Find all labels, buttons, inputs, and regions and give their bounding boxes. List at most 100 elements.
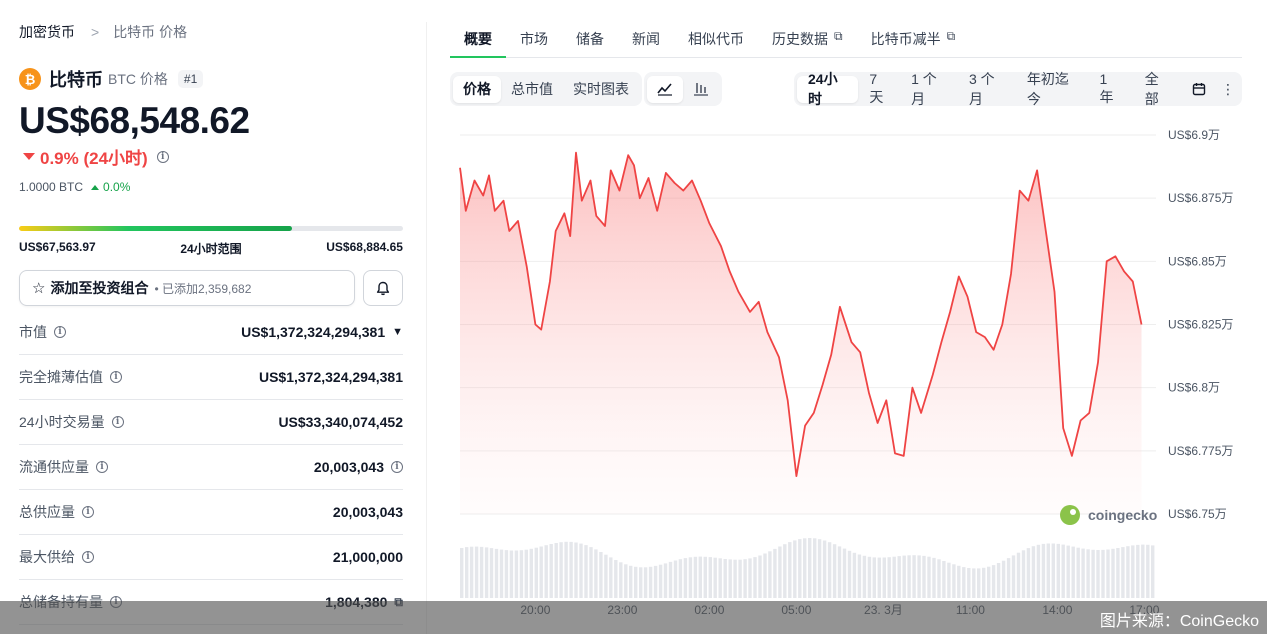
candlestick-icon[interactable] xyxy=(683,76,719,103)
time-range-selector: 24小时 7天 1 个月 3 个月 年初迄今 1 年全部 ⋮ xyxy=(794,71,1242,107)
volume-bar xyxy=(947,562,951,598)
info-icon[interactable]: i xyxy=(82,551,94,563)
stat-label-text: 市值 xyxy=(19,324,47,340)
volume-bar xyxy=(773,548,777,598)
volume-bar xyxy=(499,549,504,598)
volume-bar xyxy=(892,556,896,598)
tab-4[interactable]: 相似代币 xyxy=(674,20,758,58)
stat-label-text: 24小时交易量 xyxy=(19,414,105,430)
volume-bar xyxy=(629,565,633,598)
volume-bar xyxy=(852,552,857,598)
image-credit: 图片来源：CoinGecko xyxy=(1099,613,1259,630)
tab-0[interactable]: 概要 xyxy=(450,20,506,58)
caption-overlay xyxy=(0,601,1267,634)
coin-symbol-label: BTC 价格 xyxy=(108,71,168,87)
volume-bar xyxy=(1151,545,1155,598)
volume-bar xyxy=(972,568,976,598)
info-icon[interactable]: i xyxy=(96,461,108,473)
volume-bar xyxy=(962,567,966,598)
volume-bar xyxy=(504,550,509,598)
chevron-down-icon[interactable]: ▼ xyxy=(392,326,403,338)
time-range-option[interactable]: 年初迄今 xyxy=(1016,71,1089,107)
add-to-portfolio-button[interactable]: ☆ 添加至投资组合 • 已添加2,359,682 xyxy=(19,270,355,306)
btc-change: 0.0% xyxy=(91,180,130,194)
time-range-option[interactable]: 24小时 xyxy=(797,71,859,107)
tab-label: 相似代币 xyxy=(688,31,744,47)
price-chart[interactable]: US$6.9万 US$6.875万 US$6.85万 US$6.825万 US$6.8万… xyxy=(450,116,1267,634)
info-icon[interactable]: i xyxy=(156,150,169,163)
info-icon[interactable]: i xyxy=(110,371,122,383)
time-range-option[interactable]: 全部 xyxy=(1134,71,1181,107)
range-low: US$67,563.97 xyxy=(19,240,96,254)
volume-bar xyxy=(494,548,499,598)
volume-bar xyxy=(559,542,563,598)
stat-value: 21,000,000 xyxy=(333,549,403,565)
chart-type-tab[interactable]: 价格 xyxy=(453,75,501,103)
arrow-up-icon xyxy=(91,184,100,190)
chart-type-tab[interactable]: 总市值 xyxy=(501,76,563,103)
volume-bar xyxy=(922,555,926,598)
breadcrumb-crypto-link[interactable]: 加密货币 xyxy=(19,22,75,42)
volume-bar xyxy=(832,544,837,598)
stat-row: 完全摊薄估值 i US$1,372,324,294,381 xyxy=(19,355,403,400)
chart-style-selector xyxy=(644,72,722,106)
price-alert-button[interactable] xyxy=(363,270,403,306)
volume-bar xyxy=(1001,560,1006,598)
volume-bar xyxy=(763,553,767,598)
volume-bar xyxy=(1021,550,1026,598)
tab-6[interactable]: 比特币减半 ⧉ xyxy=(857,20,970,58)
line-chart-icon[interactable] xyxy=(647,75,683,103)
breadcrumb: 加密货币 > 比特币 价格 xyxy=(19,22,187,42)
volume-bar xyxy=(469,546,474,598)
volume-bar xyxy=(594,549,598,598)
more-options-icon[interactable]: ⋮ xyxy=(1217,76,1239,103)
info-icon[interactable]: i xyxy=(391,461,403,473)
y-tick-label: US$6.8万 xyxy=(1168,381,1220,395)
time-range-option[interactable]: 7天 xyxy=(858,71,900,105)
y-tick-label: US$6.75万 xyxy=(1168,507,1227,521)
tab-2[interactable]: 储备 xyxy=(562,20,618,58)
stat-label-text: 最大供给 xyxy=(19,549,75,565)
star-icon: ☆ xyxy=(32,280,46,297)
breadcrumb-separator-icon: > xyxy=(91,24,100,40)
time-range-option[interactable]: 3 个月 xyxy=(958,71,1016,107)
volume-bar xyxy=(648,566,653,598)
tab-1[interactable]: 市场 xyxy=(506,20,562,58)
tab-5[interactable]: 历史数据 ⧉ xyxy=(758,20,857,58)
volume-bar xyxy=(1016,552,1021,598)
y-tick-label: US$6.775万 xyxy=(1168,444,1233,458)
volume-bar xyxy=(1141,544,1145,598)
price-chart-svg: US$6.9万 US$6.875万 US$6.85万 US$6.825万 US$6.8万… xyxy=(459,128,1233,617)
volume-bar xyxy=(822,540,827,598)
volume-bar xyxy=(703,556,707,598)
portfolio-count: • 已添加2,359,682 xyxy=(154,281,252,296)
calendar-icon[interactable] xyxy=(1181,76,1217,103)
info-icon[interactable]: i xyxy=(54,326,66,338)
tab-3[interactable]: 新闻 xyxy=(618,20,674,58)
volume-bar xyxy=(1106,549,1110,598)
time-range-option[interactable]: 1 年 xyxy=(1088,71,1133,105)
volume-bar xyxy=(827,542,832,598)
volume-bar xyxy=(728,559,732,598)
watermark-text: coingecko xyxy=(1088,507,1157,523)
volume-bar xyxy=(872,557,876,598)
price-area xyxy=(460,152,1142,514)
volume-bar xyxy=(658,564,663,598)
time-range-option[interactable]: 1 个月 xyxy=(900,71,958,107)
volume-bar xyxy=(1116,548,1120,598)
chart-type-tab[interactable]: 实时图表 xyxy=(563,76,639,103)
volume-bar xyxy=(634,566,638,598)
volume-bar xyxy=(907,555,911,598)
volume-bar xyxy=(1056,543,1060,598)
volume-bar xyxy=(813,538,817,598)
stat-row: 24小时交易量 i US$33,340,074,452 xyxy=(19,400,403,445)
volume-bar xyxy=(579,543,583,598)
volume-bar xyxy=(718,558,722,598)
stat-label-text: 流通供应量 xyxy=(19,459,89,475)
volume-bar xyxy=(693,556,698,598)
stat-value-text: US$1,372,324,294,381 xyxy=(258,369,403,385)
info-icon[interactable]: i xyxy=(82,506,94,518)
volume-bar xyxy=(1146,544,1150,598)
info-icon[interactable]: i xyxy=(111,416,124,428)
volume-bar xyxy=(465,547,469,598)
